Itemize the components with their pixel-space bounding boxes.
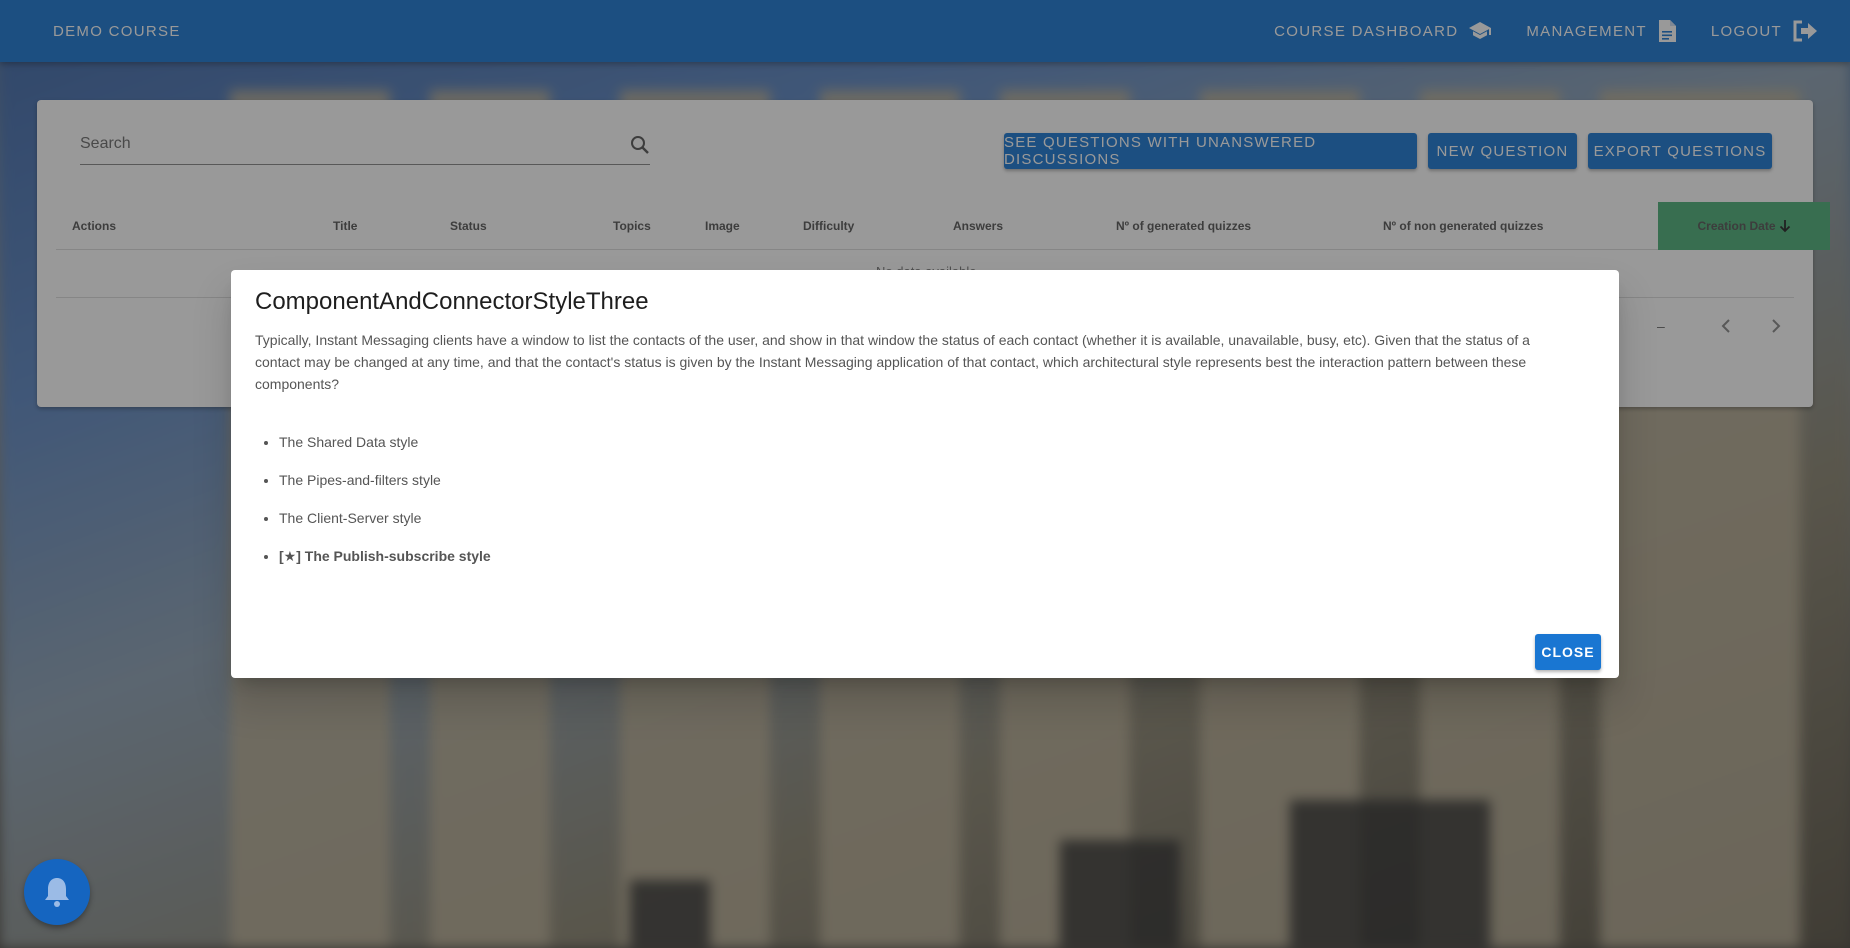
bell-icon xyxy=(43,876,71,908)
correct-option-item: [★] The Publish-subscribe style xyxy=(279,545,491,583)
notifications-button[interactable] xyxy=(24,859,90,925)
options-list: The Shared Data style The Pipes-and-filt… xyxy=(279,431,491,583)
option-item: The Client-Server style xyxy=(279,507,491,545)
question-text: Typically, Instant Messaging clients hav… xyxy=(255,332,1530,392)
question-dialog: ComponentAndConnectorStyleThree Typicall… xyxy=(231,270,1619,678)
close-button[interactable]: CLOSE xyxy=(1535,634,1601,670)
option-item: The Shared Data style xyxy=(279,431,491,469)
question-title: ComponentAndConnectorStyleThree xyxy=(255,288,649,315)
option-item: The Pipes-and-filters style xyxy=(279,469,491,507)
